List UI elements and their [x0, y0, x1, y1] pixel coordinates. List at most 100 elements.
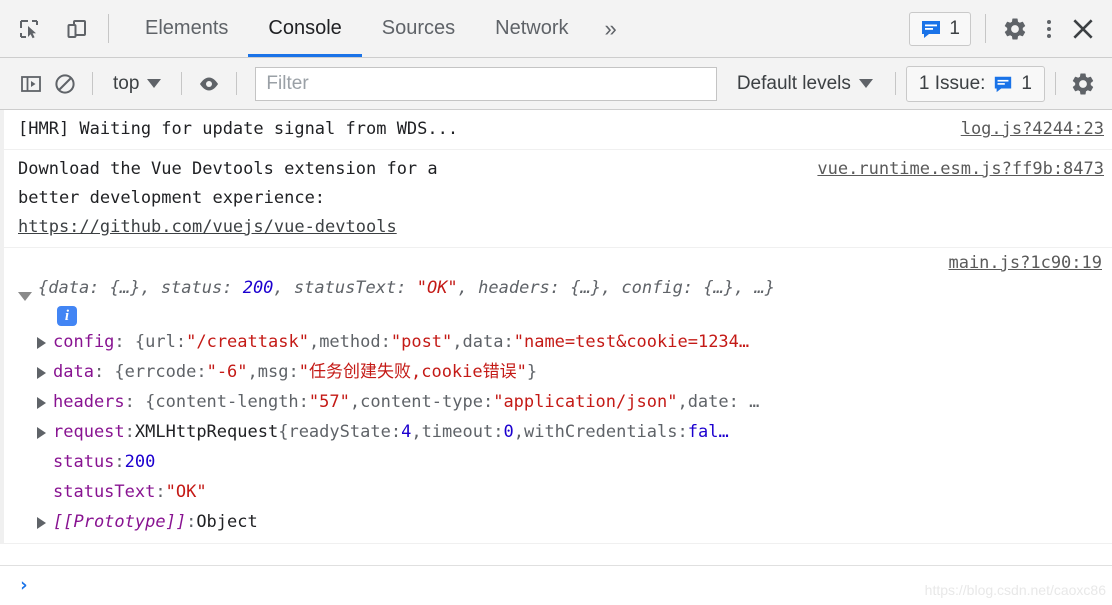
collapse-triangle-icon[interactable] [18, 292, 32, 301]
expand-triangle-icon[interactable] [37, 427, 46, 439]
object-property-name: [[Prototype]] [53, 512, 187, 532]
object-property-value-segment: "application/json" [493, 392, 678, 412]
object-property-value-segment: : { [114, 332, 146, 352]
live-expression-eye-icon[interactable] [192, 67, 226, 101]
kebab-menu-icon[interactable] [1034, 14, 1064, 44]
tab-bar-right-divider [985, 14, 986, 43]
console-message-url-link[interactable]: https://github.com/vuejs/vue-devtools [18, 213, 807, 242]
execution-context-label: top [113, 72, 140, 94]
filterbar-divider-5 [1055, 72, 1056, 95]
execution-context-selector[interactable]: top [103, 73, 171, 95]
object-property-row[interactable]: statusText: "OK" [37, 477, 1104, 507]
more-tabs-icon[interactable]: » [589, 0, 633, 57]
object-property-value-segment: url [145, 332, 176, 352]
console-object-source-link[interactable]: main.js?1c90:19 [18, 250, 1104, 276]
console-message-vue-devtools[interactable]: Download the Vue Devtools extension for … [0, 150, 1112, 248]
console-message-list[interactable]: [HMR] Waiting for update signal from WDS… [0, 110, 1112, 565]
object-preview-open: {data: {…}, status: [38, 278, 243, 298]
console-message-hmr[interactable]: [HMR] Waiting for update signal from WDS… [0, 110, 1112, 150]
object-property-row[interactable]: [[Prototype]]: Object [37, 507, 1104, 537]
object-property-value-segment: msg [257, 362, 289, 382]
object-property-row[interactable]: request: XMLHttpRequest {readyState: 4, … [37, 417, 1104, 447]
tab-sources[interactable]: Sources [362, 0, 475, 57]
console-settings-gear-icon[interactable] [1066, 67, 1100, 101]
object-property-value-segment: 4 [401, 422, 412, 442]
object-property-value-segment: fal… [687, 422, 729, 442]
clear-console-icon[interactable] [48, 67, 82, 101]
object-preview-mid: , statusText: [273, 278, 417, 298]
object-property-name: statusText [53, 482, 156, 502]
object-property-value-segment: : [124, 422, 135, 442]
console-object-header[interactable]: {data: {…}, status: 200, statusText: "OK… [18, 274, 1104, 327]
filterbar-divider-2 [181, 72, 183, 95]
console-message-source-link[interactable]: vue.runtime.esm.js?ff9b:8473 [817, 155, 1104, 184]
close-icon[interactable] [1068, 14, 1098, 44]
chevron-down-icon [858, 79, 873, 88]
console-object-preview-wrap: {data: {…}, status: 200, statusText: "OK… [38, 274, 775, 327]
object-property-row[interactable]: data: {errcode: "-6", msg: "任务创建失败,cooki… [37, 357, 1104, 387]
issues-counter-button[interactable]: 1 Issue: 1 [905, 65, 1045, 102]
console-message-line-2: better development experience: [18, 188, 326, 208]
object-property-row[interactable]: headers: {content-length: "57", content-… [37, 387, 1104, 417]
console-object-group[interactable]: main.js?1c90:19 {data: {…}, status: 200,… [0, 248, 1112, 544]
expand-triangle-icon[interactable] [37, 367, 46, 379]
object-property-value-segment: method [319, 332, 381, 352]
object-property-value-segment: Object [196, 512, 258, 532]
filterbar-divider-1 [92, 72, 93, 95]
tab-bar-divider [108, 14, 109, 43]
object-property-value-segment: readyState [288, 422, 391, 442]
object-property-value-segment: : [390, 422, 402, 442]
object-property-value-segment: errcode [124, 362, 197, 382]
object-property-value-segment: : { [93, 362, 125, 382]
object-property-value-segment: , [452, 332, 463, 352]
object-property-row[interactable]: config: {url: "/creattask", method: "pos… [37, 327, 1104, 357]
object-property-value-segment: content-type [360, 392, 483, 412]
expand-triangle-icon[interactable] [37, 517, 46, 529]
expand-triangle-icon[interactable] [37, 337, 46, 349]
object-property-value-segment: : [114, 452, 125, 472]
object-property-value-segment: , [411, 422, 422, 442]
tab-elements[interactable]: Elements [125, 0, 248, 57]
console-prompt-input[interactable] [29, 565, 1112, 605]
tab-console[interactable]: Console [248, 0, 363, 57]
object-property-value-segment: 0 [503, 422, 514, 442]
object-preview-statustext: "OK" [416, 278, 458, 298]
object-property-value-segment: : [677, 422, 688, 442]
filterbar-divider-3 [236, 72, 238, 95]
object-property-value-segment: "OK" [165, 482, 207, 502]
object-property-value-segment: : [493, 422, 504, 442]
issues-badge[interactable]: 1 [909, 11, 971, 46]
expand-triangle-icon[interactable] [37, 397, 46, 409]
object-property-value-segment: : [503, 332, 514, 352]
tab-network[interactable]: Network [475, 0, 588, 57]
filterbar-divider-4 [894, 72, 896, 95]
tab-bar-left-icons [0, 0, 98, 57]
object-property-value-segment: , [513, 422, 524, 442]
object-property-value-segment: : [175, 332, 187, 352]
console-message-text: [HMR] Waiting for update signal from WDS… [18, 119, 459, 139]
object-property-value-segment: : [380, 332, 391, 352]
issues-counter-count: 1 [1021, 72, 1032, 94]
object-property-value-segment: : { [124, 392, 156, 412]
object-property-value-segment: : [186, 512, 197, 532]
object-property-row[interactable]: status: 200 [37, 447, 1104, 477]
object-property-value-segment: , [349, 392, 361, 412]
object-property-value-segment: : [298, 392, 309, 412]
console-message-source-link[interactable]: log.js?4244:23 [961, 115, 1104, 144]
log-levels-selector[interactable]: Default levels [725, 73, 885, 95]
console-prompt[interactable]: › https://blog.csdn.net/caoxc86 [0, 565, 1112, 605]
object-property-value-segment: XMLHttpRequest [134, 422, 279, 442]
object-property-value-segment: content-length [155, 392, 299, 412]
console-sidebar-icon[interactable] [14, 67, 48, 101]
object-property-value-segment: , [308, 332, 320, 352]
prompt-chevron-icon: › [18, 574, 30, 596]
filter-input[interactable] [255, 66, 717, 101]
devtools-window: Elements Console Sources Network » 1 top… [0, 0, 1112, 605]
inspect-element-icon[interactable] [14, 14, 44, 44]
gear-icon[interactable] [1000, 14, 1030, 44]
tab-bar-right-icons: 1 [909, 0, 1112, 57]
object-property-name: headers [53, 392, 125, 412]
object-property-name: config [53, 332, 115, 352]
device-toolbar-icon[interactable] [62, 14, 92, 44]
object-property-value-segment: "name=test&cookie=1234… [513, 332, 750, 352]
